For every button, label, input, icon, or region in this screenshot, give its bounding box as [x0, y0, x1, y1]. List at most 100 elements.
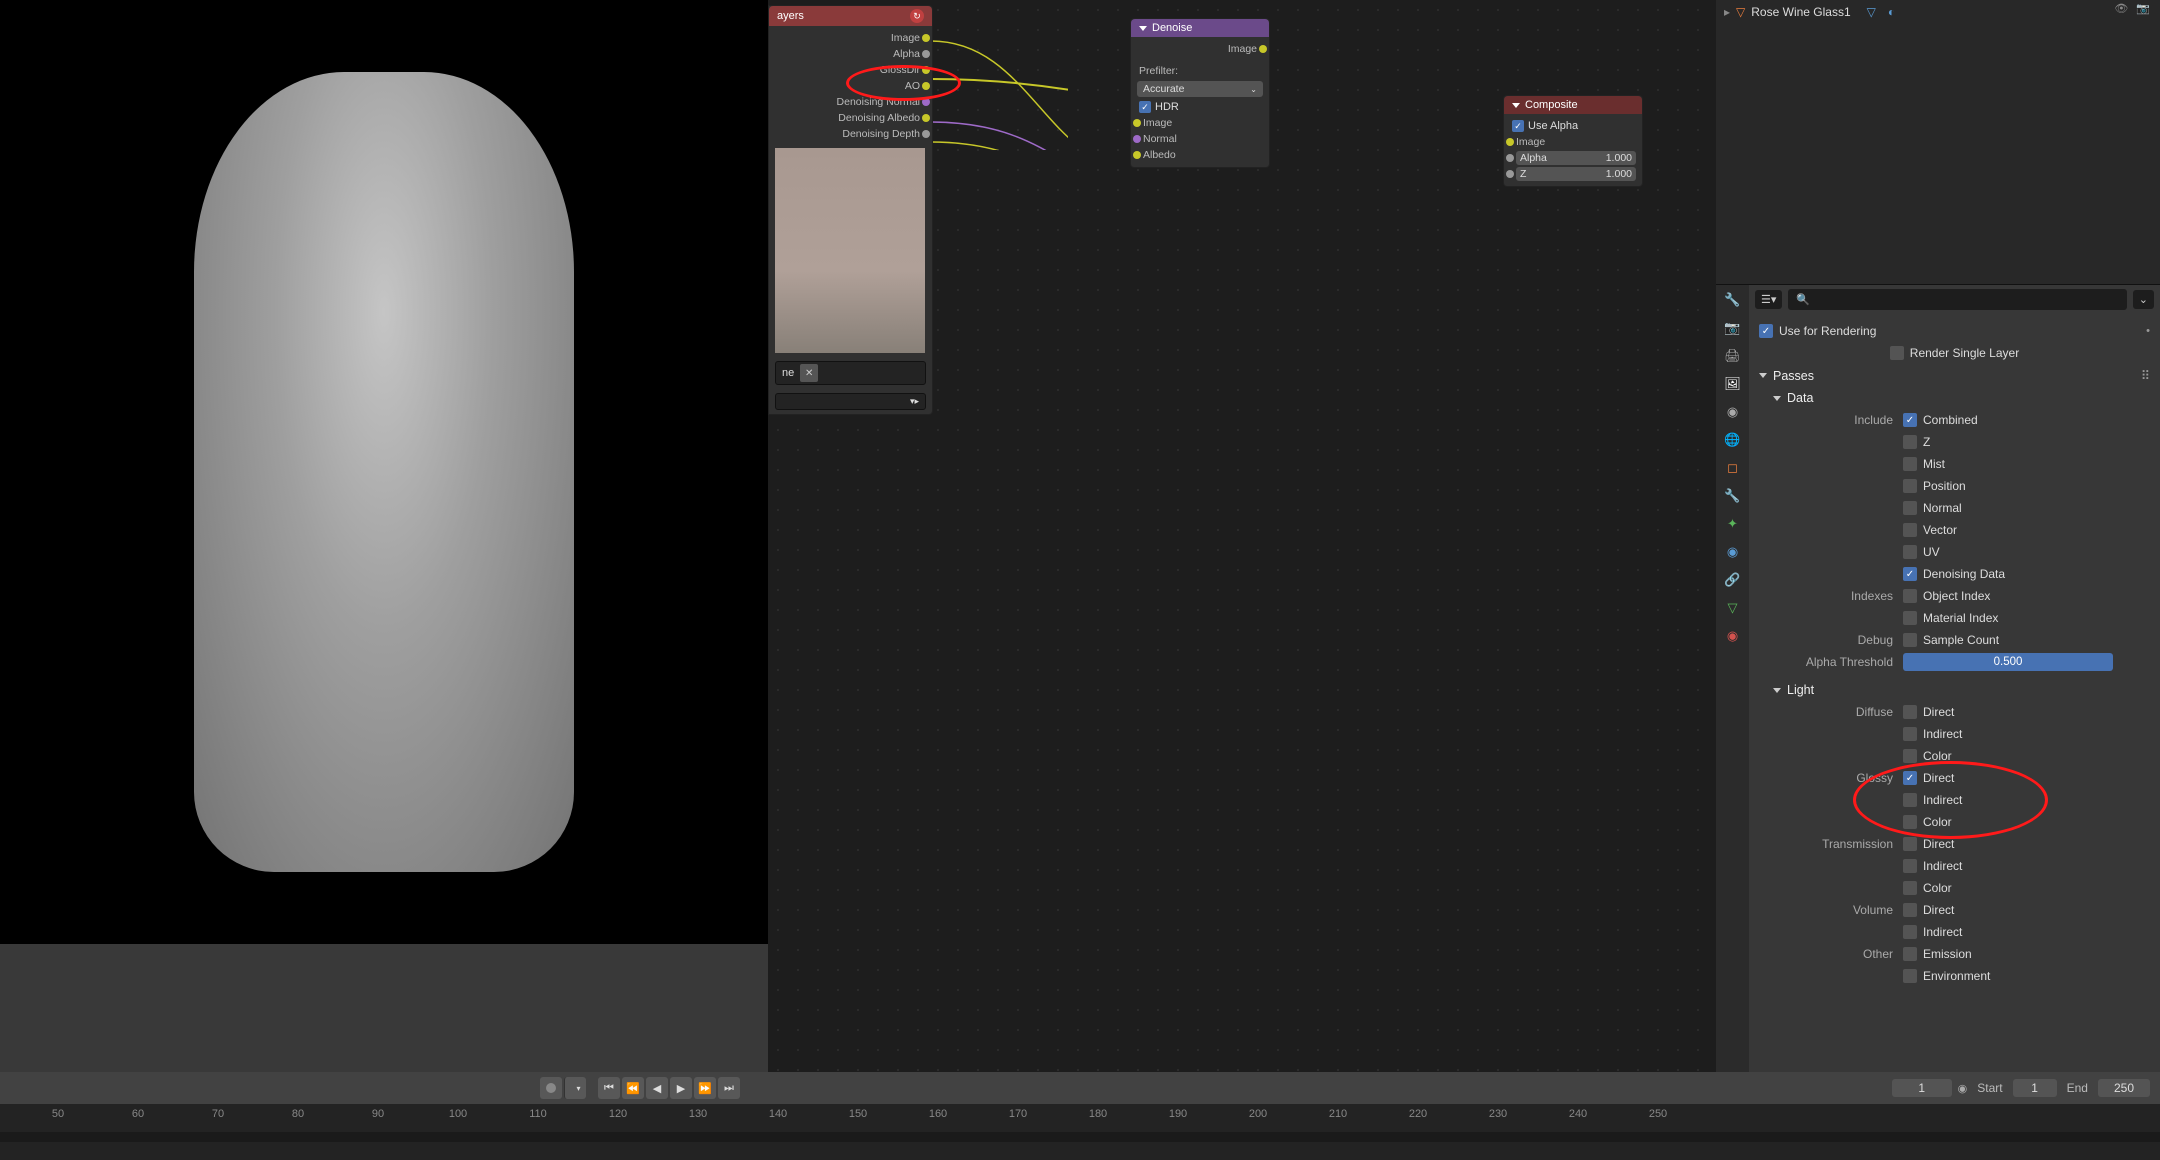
viewlayer-selector[interactable]: ▾▸ — [775, 393, 926, 410]
render-layers-node[interactable]: ayers ↻ Image Alpha GlossDir AO Denoisin… — [768, 5, 933, 415]
section-menu-icon[interactable]: ⠿ — [2141, 368, 2150, 383]
auto-keying-dropdown[interactable]: ▾ — [564, 1077, 586, 1099]
scene-tab-icon[interactable]: ◉ — [1724, 403, 1742, 421]
data-tab-icon[interactable]: ▽ — [1724, 599, 1742, 617]
stopwatch-icon[interactable]: ◉ — [1958, 1082, 1968, 1095]
timeline-ruler[interactable]: 50 60 70 80 90 100 110 120 130 140 150 1… — [0, 1104, 2160, 1132]
comp-alpha: Alpha — [1520, 152, 1547, 164]
keyframe-prev-button[interactable]: ⏪ — [622, 1077, 644, 1099]
physics-tab-icon[interactable]: ◉ — [1724, 543, 1742, 561]
transmission-color-checkbox[interactable] — [1903, 881, 1917, 895]
timeline[interactable]: ▾ ⏮ ⏪ ◀ ▶ ⏩ ⏭ 1 ◉ Start 1 End 250 50 60 … — [0, 1072, 2160, 1160]
current-frame-field[interactable]: 1 — [1892, 1079, 1952, 1097]
scene-clear-icon[interactable]: ✕ — [800, 364, 818, 382]
uv-checkbox[interactable] — [1903, 545, 1917, 559]
world-tab-icon[interactable]: 🌐 — [1724, 431, 1742, 449]
keyframe-next-button[interactable]: ⏩ — [694, 1077, 716, 1099]
material-index-checkbox[interactable] — [1903, 611, 1917, 625]
output-tab-icon[interactable]: 🖨 — [1724, 347, 1742, 365]
z-checkbox[interactable] — [1903, 435, 1917, 449]
vector-checkbox[interactable] — [1903, 523, 1917, 537]
diffuse-indirect-checkbox[interactable] — [1903, 727, 1917, 741]
outliner[interactable]: ▸ ▽ Rose Wine Glass1 ▽ ◐ 👁 📷 — [1716, 0, 2160, 285]
particle-tab-icon[interactable]: ✦ — [1724, 515, 1742, 533]
passes-section[interactable]: Passes ⠿ — [1759, 364, 2150, 387]
hdr-checkbox[interactable]: ✓ HDR — [1137, 99, 1263, 115]
play-button[interactable]: ▶ — [670, 1077, 692, 1099]
play-reverse-button[interactable]: ◀ — [646, 1077, 668, 1099]
combined-checkbox[interactable]: ✓ — [1903, 413, 1917, 427]
environment-checkbox[interactable] — [1903, 969, 1917, 983]
alpha-threshold-label: Alpha Threshold — [1773, 655, 1903, 669]
comp-z-field[interactable]: Z 1.000 — [1516, 167, 1636, 181]
render-tab-icon[interactable]: 📷 — [1724, 319, 1742, 337]
modifier-tab-icon[interactable]: 🔧 — [1724, 487, 1742, 505]
compositor-node-editor[interactable]: ayers ↻ Image Alpha GlossDir AO Denoisin… — [768, 0, 1716, 1072]
end-frame-field[interactable]: 250 — [2098, 1079, 2150, 1097]
glossy-direct-checkbox[interactable]: ✓ — [1903, 771, 1917, 785]
start-label: Start — [1973, 1081, 2006, 1095]
collapse-icon[interactable] — [1139, 26, 1147, 31]
composite-header[interactable]: Composite — [1504, 96, 1642, 114]
emission-checkbox[interactable] — [1903, 947, 1917, 961]
tool-tab-icon[interactable]: 🔧 — [1724, 291, 1742, 309]
object-index-checkbox[interactable] — [1903, 589, 1917, 603]
properties-search[interactable]: 🔍 — [1788, 289, 2126, 310]
glossy-color-label: Color — [1923, 815, 1952, 829]
indexes-label: Indexes — [1773, 589, 1903, 603]
comp-alpha-field[interactable]: Alpha 1.000 — [1516, 151, 1636, 165]
use-alpha-checkbox[interactable]: ✓ Use Alpha — [1510, 118, 1636, 134]
light-section[interactable]: Light — [1773, 679, 2150, 701]
transmission-indirect-checkbox[interactable] — [1903, 859, 1917, 873]
expand-icon[interactable]: ▸ — [1724, 5, 1730, 19]
outliner-item[interactable]: ▸ ▽ Rose Wine Glass1 ▽ ◐ — [1724, 4, 2152, 20]
material-tab-icon[interactable]: ◉ — [1724, 627, 1742, 645]
position-checkbox[interactable] — [1903, 479, 1917, 493]
out-denoise-depth: Denoising Depth — [836, 128, 926, 140]
diffuse-color-checkbox[interactable] — [1903, 749, 1917, 763]
search-input[interactable] — [1816, 292, 2119, 307]
material-icon[interactable]: ◐ — [1888, 5, 1895, 19]
jump-start-button[interactable]: ⏮ — [598, 1077, 620, 1099]
render-layers-header[interactable]: ayers ↻ — [769, 6, 932, 26]
tick: 150 — [849, 1108, 867, 1120]
options-dropdown[interactable]: ⌄ — [2133, 290, 2154, 309]
render-refresh-icon[interactable]: ↻ — [910, 9, 924, 23]
data-section[interactable]: Data — [1773, 387, 2150, 409]
visibility-eye-icon[interactable]: 👁 — [2114, 2, 2128, 15]
normal-checkbox[interactable] — [1903, 501, 1917, 515]
object-tab-icon[interactable]: ◻ — [1724, 459, 1742, 477]
scene-selector[interactable]: ne ✕ — [775, 361, 926, 385]
timeline-track[interactable] — [0, 1132, 2160, 1142]
denoise-node[interactable]: Denoise Image Prefilter: Accurate ⌄ ✓ HD… — [1130, 18, 1270, 168]
render-camera-icon[interactable]: 📷 — [2136, 2, 2150, 15]
sample-count-checkbox[interactable] — [1903, 633, 1917, 647]
options-icon[interactable]: • — [2146, 325, 2150, 337]
tick: 240 — [1569, 1108, 1587, 1120]
denoising-data-checkbox[interactable]: ✓ — [1903, 567, 1917, 581]
jump-end-button[interactable]: ⏭ — [718, 1077, 740, 1099]
composite-node[interactable]: Composite ✓ Use Alpha Image Alpha 1.000 … — [1503, 95, 1643, 187]
render-viewport[interactable] — [0, 0, 768, 944]
use-rendering-checkbox[interactable]: ✓ — [1759, 324, 1773, 338]
render-single-checkbox[interactable] — [1890, 346, 1904, 360]
start-frame-field[interactable]: 1 — [2013, 1079, 2057, 1097]
volume-direct-checkbox[interactable] — [1903, 903, 1917, 917]
collapse-icon[interactable] — [1512, 103, 1520, 108]
volume-indirect-checkbox[interactable] — [1903, 925, 1917, 939]
prefilter-dropdown[interactable]: Accurate ⌄ — [1137, 81, 1263, 97]
mesh-data-icon[interactable]: ▽ — [1867, 5, 1876, 19]
alpha-threshold-slider[interactable]: 0.500 — [1903, 653, 2113, 671]
mist-checkbox[interactable] — [1903, 457, 1917, 471]
denoise-header[interactable]: Denoise — [1131, 19, 1269, 37]
glossy-indirect-checkbox[interactable] — [1903, 793, 1917, 807]
constraint-tab-icon[interactable]: 🔗 — [1724, 571, 1742, 589]
transmission-direct-checkbox[interactable] — [1903, 837, 1917, 851]
display-mode-dropdown[interactable]: ☰▾ — [1755, 290, 1782, 309]
debug-label: Debug — [1773, 633, 1903, 647]
auto-keying-button[interactable] — [540, 1077, 562, 1099]
wine-glass-render — [194, 72, 574, 872]
diffuse-direct-checkbox[interactable] — [1903, 705, 1917, 719]
glossy-color-checkbox[interactable] — [1903, 815, 1917, 829]
viewlayer-tab-icon[interactable]: 🖼 — [1724, 375, 1742, 393]
